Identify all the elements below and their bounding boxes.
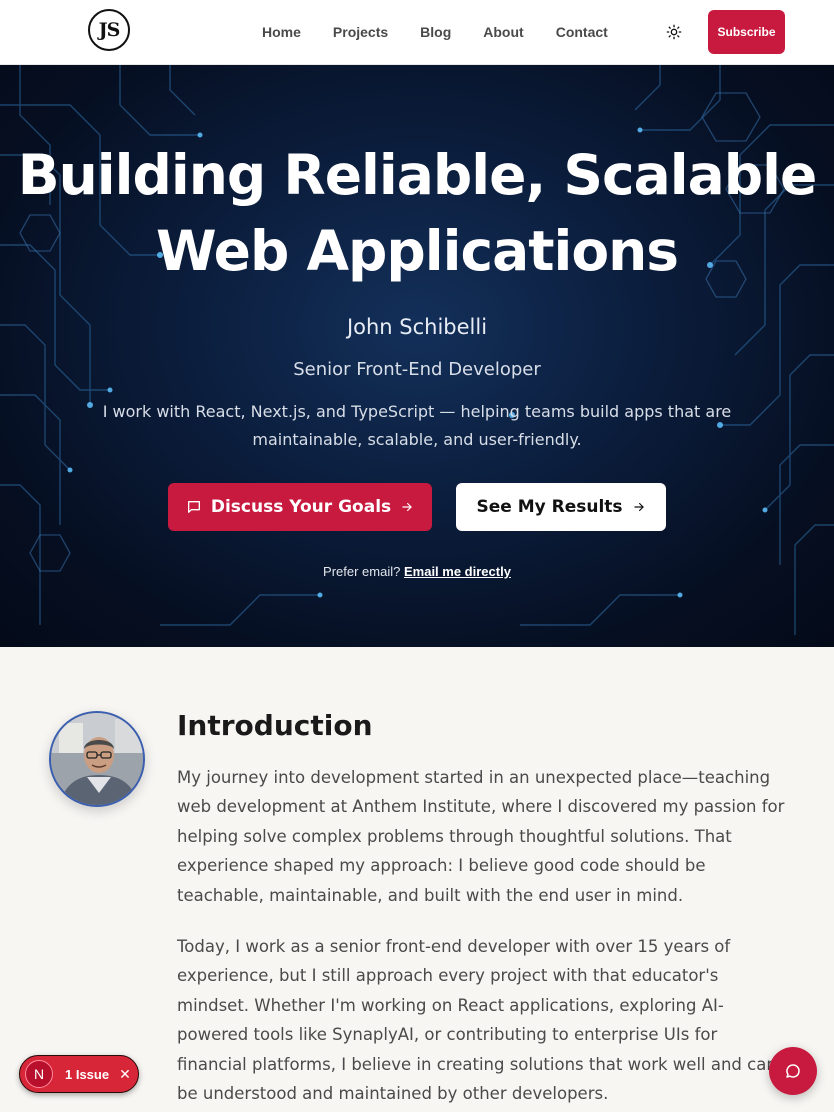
nav-about[interactable]: About [467,24,539,40]
theme-toggle-button[interactable] [664,22,684,42]
hero-title: Building Reliable, Scalable Web Applicat… [0,137,834,289]
hero-section: Building Reliable, Scalable Web Applicat… [0,65,834,647]
issues-label: 1 Issue [65,1066,110,1082]
nav-contact[interactable]: Contact [540,24,624,40]
see-results-label: See My Results [476,497,623,517]
intro-title: Introduction [177,709,373,742]
issues-badge-button[interactable]: N 1 Issue ✕ [19,1055,139,1093]
nav-home[interactable]: Home [246,24,317,40]
see-results-button[interactable]: See My Results [456,483,666,531]
hero-name: John Schibelli [346,315,488,339]
nav-projects[interactable]: Projects [317,24,404,40]
subscribe-button[interactable]: Subscribe [708,10,785,54]
message-square-icon [187,501,200,513]
email-link[interactable]: Email me directly [404,564,511,579]
site-logo[interactable]: JS [88,9,130,51]
site-header: JS Home Projects Blog About Contact Subs… [0,0,834,65]
chat-icon [786,1064,800,1078]
arrow-right-icon [402,502,413,512]
hero-title-line1: Building Reliable, Scalable [17,143,818,207]
main-nav: Home Projects Blog About Contact [246,0,624,64]
nav-blog[interactable]: Blog [404,24,467,40]
arrow-right-icon [633,502,644,512]
profile-photo [51,713,143,805]
avatar [49,711,145,807]
hero-title-line2: Web Applications [155,219,679,283]
discuss-goals-button[interactable]: Discuss Your Goals [168,483,432,531]
close-icon[interactable]: ✕ [119,1066,131,1083]
chat-button[interactable] [769,1047,817,1095]
discuss-goals-label: Discuss Your Goals [210,497,392,517]
hero-role: Senior Front-End Developer [293,359,541,380]
hero-description: I work with React, Next.js, and TypeScri… [102,402,732,449]
intro-paragraph-1: My journey into development started in a… [177,768,785,905]
issues-logo: N [25,1060,53,1088]
email-prompt: Prefer email? Email me directly [0,564,834,579]
email-prompt-text: Prefer email? [323,564,401,579]
intro-paragraph-2: Today, I work as a senior front-end deve… [177,937,777,1104]
sun-icon [666,24,682,40]
